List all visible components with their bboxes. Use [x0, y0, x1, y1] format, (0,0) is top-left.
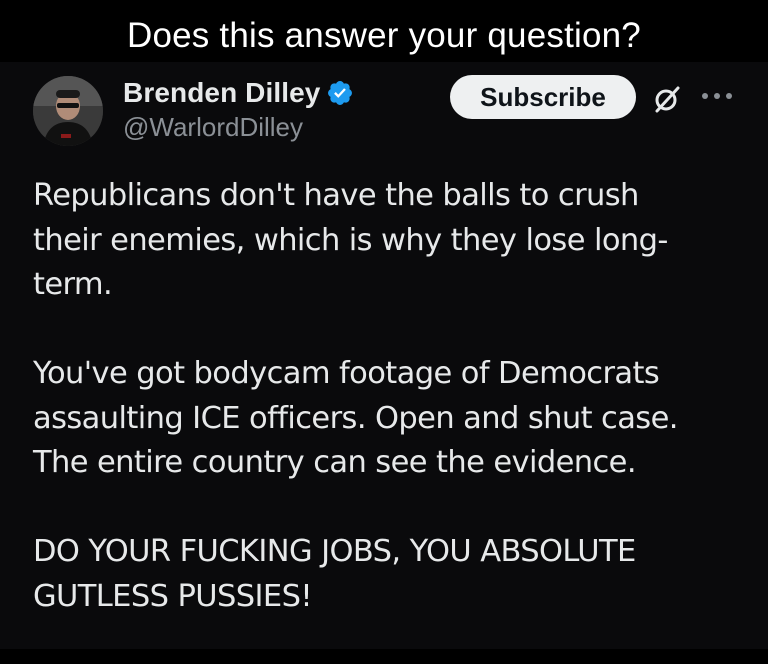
- tweet-paragraph-1: Republicans don't have the balls to crus…: [33, 178, 668, 302]
- tweet-paragraph-3: DO YOUR FUCKING JOBS, YOU ABSOLUTE GUTLE…: [33, 534, 636, 614]
- avatar[interactable]: [33, 76, 103, 146]
- more-icon[interactable]: [697, 84, 737, 108]
- author-display-name[interactable]: Brenden Dilley: [123, 77, 320, 109]
- author-handle[interactable]: @WarlordDilley: [123, 112, 303, 143]
- author-name-row: Brenden Dilley: [123, 76, 354, 110]
- meme-caption: Does this answer your question?: [127, 16, 641, 55]
- tweet-text: Republicans don't have the balls to crus…: [33, 174, 753, 664]
- tweet-paragraph-2: You've got bodycam footage of Democrats …: [33, 356, 678, 480]
- avatar-image: [33, 76, 103, 146]
- grok-icon[interactable]: [652, 84, 682, 114]
- verified-badge-icon: [328, 81, 353, 105]
- subscribe-button[interactable]: Subscribe: [450, 75, 636, 119]
- tweet-card: Brenden Dilley @WarlordDilley Subscribe …: [0, 62, 768, 649]
